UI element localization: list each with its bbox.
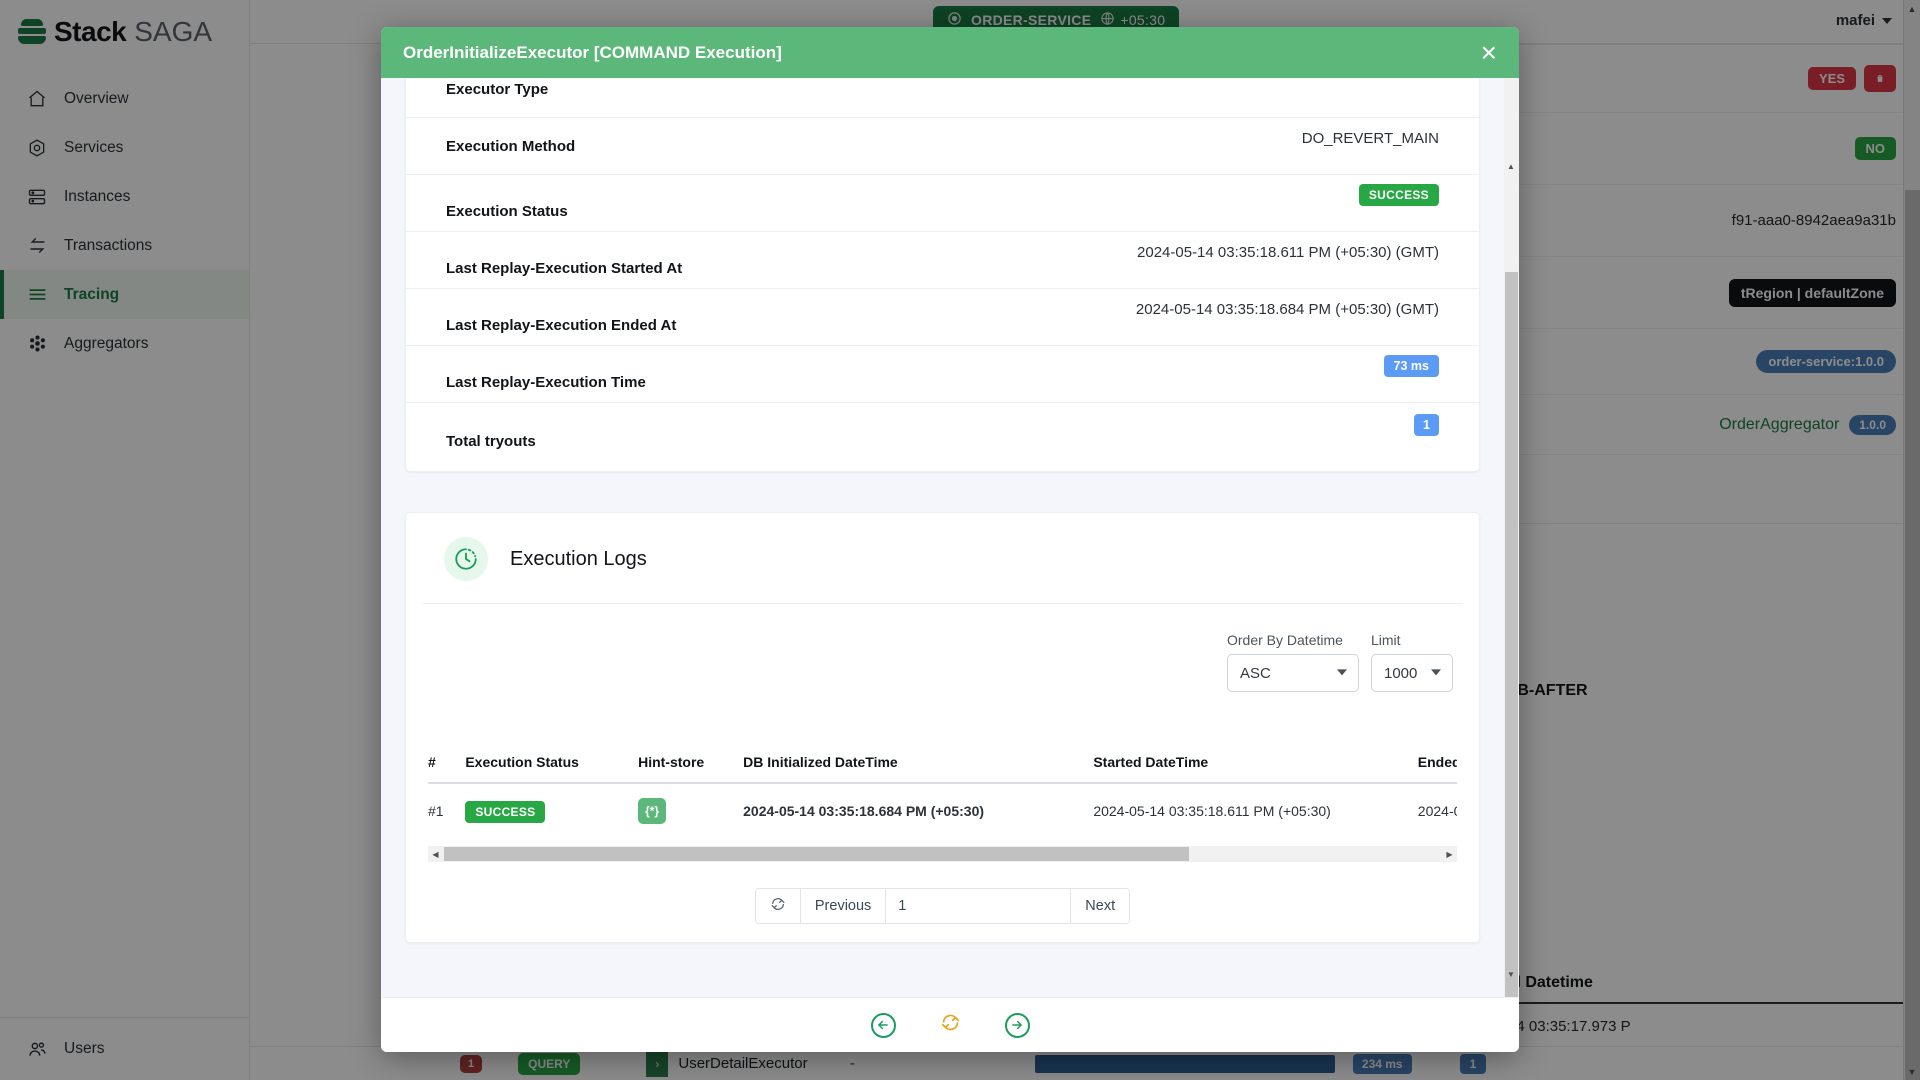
detail-value: 2024-05-14 03:35:18.684 PM (+05:30) (GMT… [1135, 300, 1439, 318]
logs-table-wrap: # Execution Status Hint-store DB Initial… [428, 754, 1457, 834]
modal-body: Executor Type Execution Method DO_REVERT… [381, 78, 1519, 997]
duration-badge: 73 ms [1383, 355, 1439, 377]
column-header-index: # [428, 754, 466, 784]
detail-label: Execution Method [446, 137, 576, 155]
cell-execution-status: SUCCESS [465, 783, 638, 834]
detail-row-execution-status: Execution Status SUCCESS [406, 175, 1479, 232]
scrollbar-thumb[interactable] [1505, 272, 1518, 997]
execution-logs-header: Execution Logs [422, 513, 1463, 604]
modal-header: OrderInitializeExecutor [COMMAND Executi… [381, 27, 1519, 78]
scroll-left-icon[interactable]: ◀ [428, 846, 443, 862]
cell-db-initialized-datetime: 2024-05-14 03:35:18.684 PM (+05:30) [743, 803, 985, 819]
cell-started-datetime: 2024-05-14 03:35:18.611 PM (+05:30) [1093, 803, 1331, 819]
limit-select[interactable]: 1000 [1371, 654, 1453, 692]
detail-value: 2024-05-14 03:35:18.611 PM (+05:30) (GMT… [1137, 243, 1439, 261]
refresh-icon[interactable] [940, 1012, 961, 1038]
execution-logs-title: Execution Logs [510, 547, 647, 570]
clock-icon [444, 537, 488, 581]
detail-row-last-replay-started: Last Replay-Execution Started At 2024-05… [406, 232, 1479, 289]
order-by-control: Order By Datetime ASC [1227, 632, 1359, 692]
previous-button[interactable]: Previous [800, 889, 887, 923]
detail-row-execution-method: Execution Method DO_REVERT_MAIN [406, 118, 1479, 175]
execution-logs-card: Execution Logs Order By Datetime ASC Lim… [405, 512, 1480, 943]
detail-row-last-replay-time: Last Replay-Execution Time 73 ms [406, 346, 1479, 403]
logs-controls: Order By Datetime ASC Limit 1000 [406, 604, 1479, 692]
refresh-button[interactable] [755, 889, 801, 923]
status-badge: SUCCESS [1358, 184, 1439, 206]
execution-detail-modal: OrderInitializeExecutor [COMMAND Executi… [381, 27, 1519, 1052]
close-icon[interactable]: × [1481, 38, 1497, 67]
detail-label: Last Replay-Execution Ended At [446, 316, 677, 334]
modal-scroll-area: Executor Type Execution Method DO_REVERT… [381, 78, 1504, 997]
modal-title: OrderInitializeExecutor [COMMAND Executi… [403, 42, 782, 62]
tryouts-badge: 1 [1414, 414, 1439, 436]
scroll-down-icon[interactable]: ▼ [1504, 966, 1518, 982]
refresh-icon [770, 896, 786, 916]
detail-row-executor-type: Executor Type [406, 78, 1479, 118]
detail-label: Execution Status [446, 202, 568, 220]
next-button[interactable]: Next [1071, 889, 1130, 923]
detail-label: Total tryouts [446, 432, 536, 450]
column-header-ended-datetime: Ended DateTime [1417, 754, 1457, 784]
cell-hint-store: {*} [638, 783, 743, 834]
column-header-db-initialized-datetime: DB Initialized DateTime [743, 754, 1094, 784]
logs-table-horizontal-scrollbar[interactable]: ◀ ▶ [428, 846, 1457, 862]
logs-pagination: Previous Next [406, 888, 1479, 924]
status-badge: SUCCESS [465, 801, 546, 823]
order-by-select[interactable]: ASC [1227, 654, 1359, 692]
scrollbar-thumb[interactable] [444, 847, 1189, 861]
cell-index: #1 [428, 803, 444, 819]
table-header-row: # Execution Status Hint-store DB Initial… [428, 754, 1457, 784]
cell-ended-datetime: 2024-05-14 03:35:18.684 PM [1417, 803, 1457, 819]
detail-label: Last Replay-Execution Time [446, 373, 646, 391]
limit-control: Limit 1000 [1371, 632, 1453, 692]
detail-label: Executor Type [446, 80, 549, 98]
page-number-input[interactable] [886, 889, 1072, 923]
arrow-right-circle-icon[interactable] [1004, 1012, 1030, 1038]
detail-value: DO_REVERT_MAIN [1301, 129, 1439, 147]
detail-row-last-replay-ended: Last Replay-Execution Ended At 2024-05-1… [406, 289, 1479, 346]
modal-footer [381, 997, 1519, 1052]
column-header-hint-store: Hint-store [638, 754, 744, 784]
detail-label: Last Replay-Execution Started At [446, 259, 683, 277]
execution-logs-table: # Execution Status Hint-store DB Initial… [428, 754, 1457, 834]
column-header-started-datetime: Started DateTime [1093, 754, 1418, 784]
table-row: #1 SUCCESS {*} 2024-05-14 03:35:18.684 P… [428, 783, 1457, 834]
column-header-execution-status: Execution Status [465, 754, 639, 784]
execution-detail-card: Executor Type Execution Method DO_REVERT… [405, 78, 1480, 472]
modal-scrollbar[interactable]: ▲ ▼ [1504, 78, 1519, 997]
scroll-up-icon[interactable]: ▲ [1504, 158, 1518, 174]
detail-row-total-tryouts: Total tryouts 1 [406, 403, 1479, 463]
scroll-right-icon[interactable]: ▶ [1442, 846, 1457, 862]
arrow-left-circle-icon[interactable] [870, 1012, 896, 1038]
limit-label: Limit [1371, 632, 1401, 648]
hint-store-badge[interactable]: {*} [638, 798, 667, 824]
order-by-label: Order By Datetime [1227, 632, 1343, 648]
